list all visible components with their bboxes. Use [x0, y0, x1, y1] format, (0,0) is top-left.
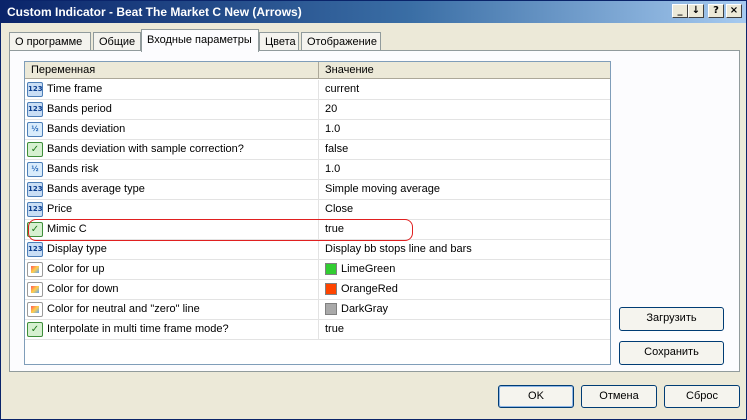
bool-icon: ✓ [27, 142, 43, 157]
value-text: LimeGreen [341, 263, 396, 275]
table-row[interactable]: Color for down OrangeRed [25, 280, 610, 300]
value-text: OrangeRed [341, 283, 398, 295]
table-row[interactable]: 123 Display type Display bb stops line and… [25, 240, 610, 260]
value-cell[interactable]: 1.0 [320, 120, 610, 139]
tab-input-parameters[interactable]: Входные параметры [141, 29, 259, 52]
variable-name: Time frame [47, 83, 103, 95]
table-header: Переменная Значение [25, 62, 610, 79]
value-text: true [325, 323, 344, 335]
dialog-window: Custom Indicator - Beat The Market C New… [0, 0, 747, 420]
variable-name: Interpolate in multi time frame mode? [47, 323, 229, 335]
value-cell[interactable]: 20 [320, 100, 610, 119]
color-icon [27, 262, 43, 277]
table-row[interactable]: ✓ Bands deviation with sample correction?… [25, 140, 610, 160]
int-icon: 123 [27, 82, 43, 97]
variable-cell[interactable]: ✓ Bands deviation with sample correction? [25, 140, 319, 159]
save-button[interactable]: Сохранить [619, 341, 724, 365]
table-row[interactable]: ½ Bands risk 1.0 [25, 160, 610, 180]
int-icon: 123 [27, 102, 43, 117]
variable-cell[interactable]: Color for up [25, 260, 319, 279]
variable-cell[interactable]: ✓ Interpolate in multi time frame mode? [25, 320, 319, 339]
help-button[interactable]: ? [708, 4, 724, 18]
double-icon: ½ [27, 162, 43, 177]
value-cell[interactable]: Close [320, 200, 610, 219]
tab-about[interactable]: О программе [9, 32, 91, 51]
value-text: Close [325, 203, 354, 215]
variable-cell[interactable]: 123 Display type [25, 240, 319, 259]
value-text: current [325, 83, 360, 95]
tab-visualization[interactable]: Отображение [301, 32, 381, 51]
bool-icon: ✓ [27, 322, 43, 337]
variable-name: Bands risk [47, 163, 99, 175]
value-text: DarkGray [341, 303, 389, 315]
tab-common[interactable]: Общие [93, 32, 141, 51]
color-icon [27, 282, 43, 297]
variable-name: Display type [47, 243, 107, 255]
variable-name: Price [47, 203, 73, 215]
table-row[interactable]: ✓ Interpolate in multi time frame mode? tr… [25, 320, 610, 340]
color-swatch [325, 283, 337, 295]
variable-cell[interactable]: ½ Bands deviation [25, 120, 319, 139]
variable-name: Bands period [47, 103, 112, 115]
value-cell[interactable]: false [320, 140, 610, 159]
table-row[interactable]: ½ Bands deviation 1.0 [25, 120, 610, 140]
value-cell[interactable]: Display bb stops line and bars [320, 240, 610, 259]
close-button[interactable]: × [726, 4, 742, 18]
restore-button[interactable]: ↓ [688, 4, 704, 18]
color-icon [27, 302, 43, 317]
value-text: 1.0 [325, 163, 341, 175]
highlight-outline [28, 219, 413, 241]
variable-cell[interactable]: 123 Price [25, 200, 319, 219]
ok-button[interactable]: OK [498, 385, 574, 408]
variable-cell[interactable]: 123 Bands period [25, 100, 319, 119]
cancel-button[interactable]: Отмена [581, 385, 657, 408]
window-title: Custom Indicator - Beat The Market C New… [7, 5, 302, 19]
variable-cell[interactable]: 123 Bands average type [25, 180, 319, 199]
table-row[interactable]: Color for neutral and "zero" line DarkGra… [25, 300, 610, 320]
reset-button[interactable]: Сброс [664, 385, 740, 408]
variable-name: Color for up [47, 263, 105, 275]
load-button[interactable]: Загрузить [619, 307, 724, 331]
value-text: Display bb stops line and bars [325, 243, 472, 255]
value-text: 20 [325, 103, 338, 115]
table-row[interactable]: 123 Time frame current [25, 80, 610, 100]
value-cell[interactable]: Simple moving average [320, 180, 610, 199]
value-text: false [325, 143, 349, 155]
column-header-value[interactable]: Значение [319, 62, 610, 79]
minimize-button[interactable]: _ [672, 4, 688, 18]
value-cell[interactable]: DarkGray [320, 300, 610, 319]
double-icon: ½ [27, 122, 43, 137]
int-icon: 123 [27, 202, 43, 217]
variable-name: Bands deviation with sample correction? [47, 143, 244, 155]
variable-name: Color for down [47, 283, 119, 295]
variable-name: Bands average type [47, 183, 145, 195]
color-swatch [325, 263, 337, 275]
title-bar[interactable]: Custom Indicator - Beat The Market C New… [1, 1, 746, 23]
table-row[interactable]: 123 Bands average type Simple moving avera… [25, 180, 610, 200]
table-row[interactable]: 123 Bands period 20 [25, 100, 610, 120]
tab-colors[interactable]: Цвета [259, 32, 299, 51]
int-icon: 123 [27, 242, 43, 257]
variable-name: Color for neutral and "zero" line [47, 303, 200, 315]
variable-cell[interactable]: Color for neutral and "zero" line [25, 300, 319, 319]
column-header-variable[interactable]: Переменная [25, 62, 319, 79]
table-row[interactable]: Color for up LimeGreen [25, 260, 610, 280]
value-cell[interactable]: true [320, 320, 610, 339]
value-cell[interactable]: OrangeRed [320, 280, 610, 299]
variable-cell[interactable]: ½ Bands risk [25, 160, 319, 179]
int-icon: 123 [27, 182, 43, 197]
value-cell[interactable]: 1.0 [320, 160, 610, 179]
variable-cell[interactable]: 123 Time frame [25, 80, 319, 99]
value-cell[interactable]: current [320, 80, 610, 99]
value-text: 1.0 [325, 123, 341, 135]
table-row[interactable]: 123 Price Close [25, 200, 610, 220]
value-cell[interactable]: LimeGreen [320, 260, 610, 279]
color-swatch [325, 303, 337, 315]
value-text: Simple moving average [325, 183, 440, 195]
variable-name: Bands deviation [47, 123, 126, 135]
variable-cell[interactable]: Color for down [25, 280, 319, 299]
parameters-table[interactable]: Переменная Значение 123 Time frame current… [24, 61, 611, 365]
